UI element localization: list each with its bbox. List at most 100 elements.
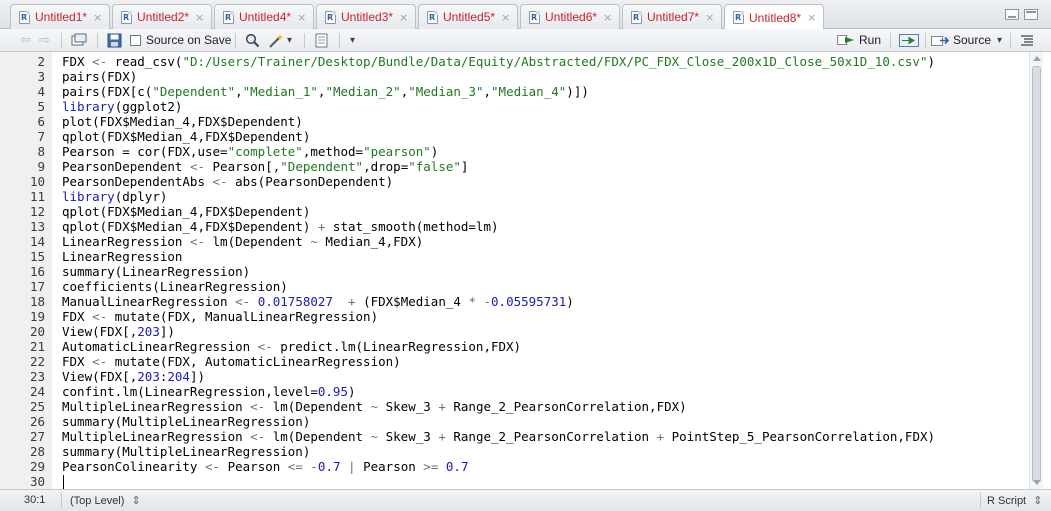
source-icon [931,35,949,46]
code-line[interactable]: 6 plot(FDX$Median_4,FDX$Dependent) [0,114,1029,129]
run-button[interactable]: Run [837,32,881,48]
code-token: ] [460,159,469,174]
code-line[interactable]: 21 AutomaticLinearRegression <- predict.l… [0,339,1029,354]
code-line[interactable]: 29 PearsonColinearity <- Pearson <= -0.7 … [0,459,1029,474]
code-text: summary(MultipleLinearRegression) [62,414,310,429]
minimize-pane-button[interactable] [1005,9,1019,20]
code-line[interactable]: 9 PearsonDependent <- Pearson[,"Dependent… [0,159,1029,174]
close-icon[interactable]: × [195,11,204,24]
code-line[interactable]: 15 LinearRegression [0,249,1029,264]
more-options-button[interactable]: ▾ [350,32,355,48]
code-token: "Median_4" [491,84,567,99]
code-token: View(FDX[, [62,369,138,384]
up-down-icon: ⇕ [1033,495,1043,507]
chevron-down-icon[interactable]: ▾ [997,35,1002,46]
vertical-scrollbar[interactable] [1029,52,1043,489]
source-on-save-toggle[interactable]: Source on Save [130,32,231,48]
code-line[interactable]: 19 FDX <- mutate(FDX, ManualLinearRegress… [0,309,1029,324]
close-icon[interactable]: × [807,11,816,24]
outline-icon [1021,34,1033,46]
maximize-pane-button[interactable] [1024,9,1038,20]
code-line[interactable]: 17 coefficients(LinearRegression) [0,279,1029,294]
back-button[interactable]: ⇦ [20,32,31,48]
code-token: <- [92,354,108,369]
show-in-window-button[interactable] [71,32,87,48]
code-text: PearsonColinearity <- Pearson <= -0.7 | … [62,459,468,474]
code-token: "false" [408,159,461,174]
save-button[interactable] [107,32,122,48]
code-line[interactable]: 22 FDX <- mutate(FDX, AutomaticLinearRegr… [0,354,1029,369]
close-icon[interactable]: × [399,11,408,24]
code-line[interactable]: 28 summary(MultipleLinearRegression) [0,444,1029,459]
code-token: Pearson [355,459,424,474]
code-tools-button[interactable]: ▾ [268,32,292,48]
code-line[interactable]: 4 pairs(FDX[c("Dependent","Median_1","Med… [0,84,1029,99]
close-icon[interactable]: × [705,11,714,24]
code-line[interactable]: 5 library(ggplot2) [0,99,1029,114]
source-on-save-checkbox[interactable] [130,34,141,46]
outline-button[interactable] [1020,32,1034,48]
compile-report-button[interactable] [314,32,329,48]
tab-untitled6[interactable]: Untitled6* × [520,4,620,29]
close-icon[interactable]: × [297,11,306,24]
tab-untitled2[interactable]: Untitled2* × [112,4,212,29]
code-line[interactable]: 3 pairs(FDX) [0,69,1029,84]
code-token: + [438,429,446,444]
code-editor[interactable]: 2 FDX <- read_csv("D:/Users/Trainer/Deskt… [0,52,1029,489]
file-type-selector[interactable]: R Script ⇕ [987,494,1042,507]
code-token: | [348,459,356,474]
code-line[interactable]: 11 library(dplyr) [0,189,1029,204]
code-line[interactable]: 12 qplot(FDX$Median_4,FDX$Dependent) [0,204,1029,219]
code-line[interactable]: 20 View(FDX[,203]) [0,324,1029,339]
code-text: PearsonDependentAbs <- abs(PearsonDepend… [62,174,393,189]
code-line[interactable]: 30 [0,474,1029,489]
code-token: <= [287,459,303,474]
code-line[interactable]: 18 ManualLinearRegression <- 0.01758027 +… [0,294,1029,309]
source-button[interactable]: Source ▾ [931,32,1002,48]
code-line[interactable]: 7 qplot(FDX$Median_4,FDX$Dependent) [0,129,1029,144]
line-number: 10 [29,174,45,189]
tab-untitled3[interactable]: Untitled3* × [316,4,416,29]
code-line[interactable]: 14 LinearRegression <- lm(Dependent ~ Med… [0,234,1029,249]
scrollbar-thumb[interactable] [1032,66,1041,482]
line-number: 26 [29,414,45,429]
code-line[interactable]: 10 PearsonDependentAbs <- abs(PearsonDepe… [0,174,1029,189]
rerun-button[interactable] [899,32,919,48]
scroll-up-arrow-icon[interactable] [1033,56,1041,61]
code-token: summary(LinearRegression) [62,264,251,279]
close-icon[interactable]: × [603,11,612,24]
tab-untitled4[interactable]: Untitled4* × [214,4,314,29]
code-token: abs(PearsonDependent) [227,174,394,189]
code-line[interactable]: 16 summary(LinearRegression) [0,264,1029,279]
scope-selector[interactable]: (Top Level) ⇕ [70,494,141,507]
file-r-icon [325,10,336,24]
code-text: qplot(FDX$Median_4,FDX$Dependent) [62,129,310,144]
find-replace-button[interactable] [245,32,260,48]
tab-untitled5[interactable]: Untitled5* × [418,4,518,29]
code-token: ) [430,144,439,159]
code-line[interactable]: 8 Pearson = cor(FDX,use="complete",method… [0,144,1029,159]
code-line[interactable]: 23 View(FDX[,203:204]) [0,369,1029,384]
forward-button[interactable]: ⇨ [39,32,50,48]
code-line[interactable]: 27 MultipleLinearRegression <- lm(Depende… [0,429,1029,444]
tab-untitled7[interactable]: Untitled7* × [622,4,722,29]
close-icon[interactable]: × [93,11,102,24]
tab-untitled8[interactable]: Untitled8* × [724,4,824,30]
code-token: 203 [137,324,160,339]
scroll-down-arrow-icon[interactable] [1033,480,1041,485]
code-token: LinearRegression [62,249,183,264]
code-line[interactable]: 24 confint.lm(LinearRegression,level=0.95… [0,384,1029,399]
close-icon[interactable]: × [501,11,510,24]
tab-untitled1[interactable]: Untitled1* × [10,4,110,29]
code-line[interactable]: 2 FDX <- read_csv("D:/Users/Trainer/Deskt… [0,54,1029,69]
code-line[interactable]: 25 MultipleLinearRegression <- lm(Depende… [0,399,1029,414]
code-line[interactable]: 13 qplot(FDX$Median_4,FDX$Dependent) + st… [0,219,1029,234]
code-token: FDX [62,354,93,369]
code-text: MultipleLinearRegression <- lm(Dependent… [62,429,935,444]
line-number: 18 [29,294,45,309]
code-line[interactable]: 26 summary(MultipleLinearRegression) [0,414,1029,429]
code-text: summary(MultipleLinearRegression) [62,444,310,459]
line-number: 14 [29,234,45,249]
